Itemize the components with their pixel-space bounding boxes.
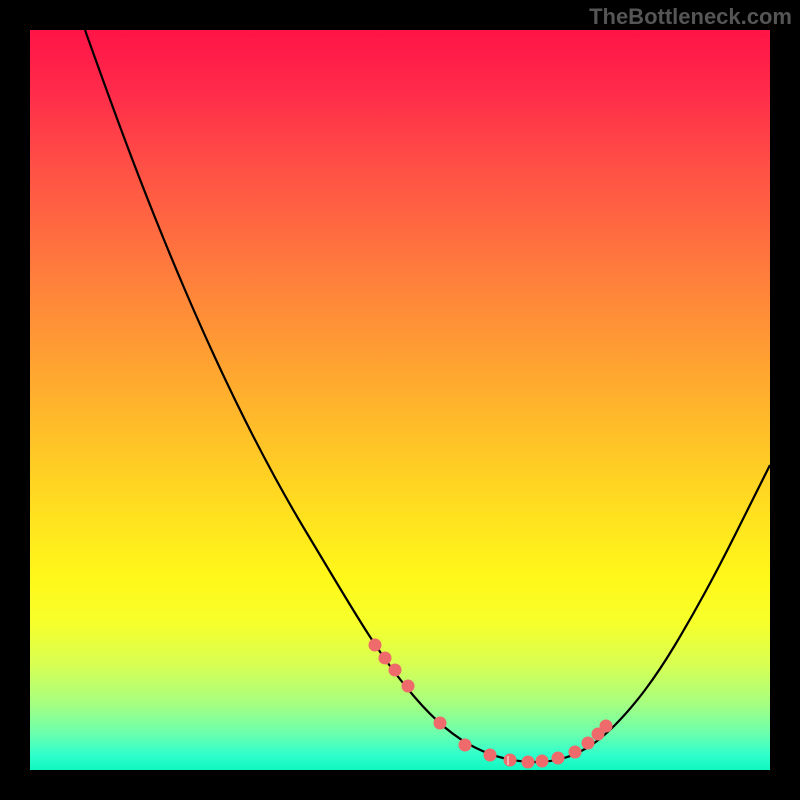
chart-container: TheBottleneck.com	[0, 0, 800, 800]
chart-svg	[30, 30, 770, 770]
highlight-dot	[552, 752, 565, 765]
highlight-dot	[504, 754, 517, 767]
highlight-dot	[536, 755, 549, 768]
highlight-dot	[459, 739, 472, 752]
highlight-dots-group	[369, 639, 613, 769]
bottleneck-curve	[85, 30, 770, 762]
highlight-dot	[600, 720, 613, 733]
watermark-text: TheBottleneck.com	[589, 4, 792, 30]
highlight-dot	[369, 639, 382, 652]
highlight-dot	[379, 652, 392, 665]
highlight-dot	[522, 756, 535, 769]
highlight-dot	[389, 664, 402, 677]
highlight-dot	[484, 749, 497, 762]
highlight-dot	[402, 680, 415, 693]
highlight-dot	[434, 717, 447, 730]
highlight-dot	[582, 737, 595, 750]
highlight-dot	[569, 746, 582, 759]
